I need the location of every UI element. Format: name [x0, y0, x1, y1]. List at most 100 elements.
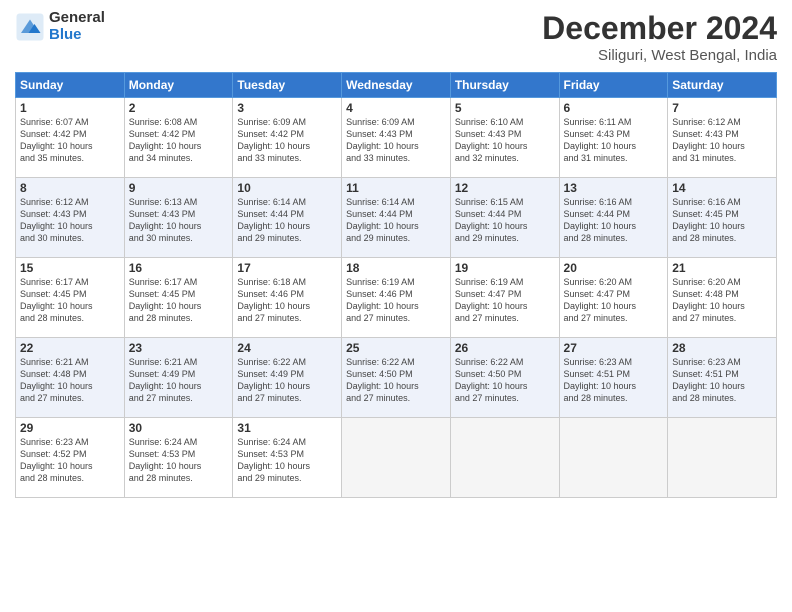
- table-row: 20 Sunrise: 6:20 AMSunset: 4:47 PMDaylig…: [559, 258, 668, 338]
- day-info: Sunrise: 6:16 AMSunset: 4:44 PMDaylight:…: [564, 197, 637, 243]
- day-number: 20: [564, 261, 664, 275]
- day-number: 8: [20, 181, 120, 195]
- calendar-header-row: Sunday Monday Tuesday Wednesday Thursday…: [16, 73, 777, 98]
- day-number: 4: [346, 101, 446, 115]
- location-subtitle: Siliguri, West Bengal, India: [542, 47, 777, 64]
- day-number: 17: [237, 261, 337, 275]
- table-row: 13 Sunrise: 6:16 AMSunset: 4:44 PMDaylig…: [559, 178, 668, 258]
- day-number: 22: [20, 341, 120, 355]
- day-info: Sunrise: 6:23 AMSunset: 4:51 PMDaylight:…: [672, 357, 745, 403]
- day-info: Sunrise: 6:08 AMSunset: 4:42 PMDaylight:…: [129, 117, 202, 163]
- col-friday: Friday: [559, 73, 668, 98]
- day-number: 18: [346, 261, 446, 275]
- day-info: Sunrise: 6:10 AMSunset: 4:43 PMDaylight:…: [455, 117, 528, 163]
- table-row: 25 Sunrise: 6:22 AMSunset: 4:50 PMDaylig…: [342, 338, 451, 418]
- page-header: General Blue December 2024 Siliguri, Wes…: [15, 10, 777, 64]
- table-row: [342, 418, 451, 498]
- day-info: Sunrise: 6:23 AMSunset: 4:52 PMDaylight:…: [20, 437, 93, 483]
- table-row: 17 Sunrise: 6:18 AMSunset: 4:46 PMDaylig…: [233, 258, 342, 338]
- table-row: 29 Sunrise: 6:23 AMSunset: 4:52 PMDaylig…: [16, 418, 125, 498]
- day-info: Sunrise: 6:20 AMSunset: 4:47 PMDaylight:…: [564, 277, 637, 323]
- day-number: 26: [455, 341, 555, 355]
- day-number: 3: [237, 101, 337, 115]
- calendar-row: 8 Sunrise: 6:12 AMSunset: 4:43 PMDayligh…: [16, 178, 777, 258]
- day-number: 28: [672, 341, 772, 355]
- day-info: Sunrise: 6:24 AMSunset: 4:53 PMDaylight:…: [237, 437, 310, 483]
- col-sunday: Sunday: [16, 73, 125, 98]
- table-row: 16 Sunrise: 6:17 AMSunset: 4:45 PMDaylig…: [124, 258, 233, 338]
- calendar-row: 15 Sunrise: 6:17 AMSunset: 4:45 PMDaylig…: [16, 258, 777, 338]
- day-number: 30: [129, 421, 229, 435]
- day-number: 25: [346, 341, 446, 355]
- table-row: 2 Sunrise: 6:08 AMSunset: 4:42 PMDayligh…: [124, 98, 233, 178]
- table-row: 9 Sunrise: 6:13 AMSunset: 4:43 PMDayligh…: [124, 178, 233, 258]
- table-row: 10 Sunrise: 6:14 AMSunset: 4:44 PMDaylig…: [233, 178, 342, 258]
- day-info: Sunrise: 6:12 AMSunset: 4:43 PMDaylight:…: [672, 117, 745, 163]
- table-row: 22 Sunrise: 6:21 AMSunset: 4:48 PMDaylig…: [16, 338, 125, 418]
- day-info: Sunrise: 6:09 AMSunset: 4:43 PMDaylight:…: [346, 117, 419, 163]
- day-number: 24: [237, 341, 337, 355]
- day-number: 23: [129, 341, 229, 355]
- table-row: 11 Sunrise: 6:14 AMSunset: 4:44 PMDaylig…: [342, 178, 451, 258]
- calendar-table: Sunday Monday Tuesday Wednesday Thursday…: [15, 72, 777, 498]
- day-info: Sunrise: 6:14 AMSunset: 4:44 PMDaylight:…: [346, 197, 419, 243]
- day-info: Sunrise: 6:09 AMSunset: 4:42 PMDaylight:…: [237, 117, 310, 163]
- day-number: 2: [129, 101, 229, 115]
- day-info: Sunrise: 6:13 AMSunset: 4:43 PMDaylight:…: [129, 197, 202, 243]
- col-monday: Monday: [124, 73, 233, 98]
- table-row: 21 Sunrise: 6:20 AMSunset: 4:48 PMDaylig…: [668, 258, 777, 338]
- day-info: Sunrise: 6:14 AMSunset: 4:44 PMDaylight:…: [237, 197, 310, 243]
- day-info: Sunrise: 6:22 AMSunset: 4:50 PMDaylight:…: [346, 357, 419, 403]
- day-number: 13: [564, 181, 664, 195]
- table-row: 4 Sunrise: 6:09 AMSunset: 4:43 PMDayligh…: [342, 98, 451, 178]
- title-block: December 2024 Siliguri, West Bengal, Ind…: [542, 10, 777, 64]
- day-number: 7: [672, 101, 772, 115]
- table-row: 19 Sunrise: 6:19 AMSunset: 4:47 PMDaylig…: [450, 258, 559, 338]
- table-row: 15 Sunrise: 6:17 AMSunset: 4:45 PMDaylig…: [16, 258, 125, 338]
- day-info: Sunrise: 6:23 AMSunset: 4:51 PMDaylight:…: [564, 357, 637, 403]
- table-row: 18 Sunrise: 6:19 AMSunset: 4:46 PMDaylig…: [342, 258, 451, 338]
- table-row: 14 Sunrise: 6:16 AMSunset: 4:45 PMDaylig…: [668, 178, 777, 258]
- logo-general: General: [49, 10, 105, 27]
- day-number: 16: [129, 261, 229, 275]
- day-number: 27: [564, 341, 664, 355]
- day-number: 10: [237, 181, 337, 195]
- day-info: Sunrise: 6:20 AMSunset: 4:48 PMDaylight:…: [672, 277, 745, 323]
- table-row: 5 Sunrise: 6:10 AMSunset: 4:43 PMDayligh…: [450, 98, 559, 178]
- calendar-row: 29 Sunrise: 6:23 AMSunset: 4:52 PMDaylig…: [16, 418, 777, 498]
- day-info: Sunrise: 6:21 AMSunset: 4:49 PMDaylight:…: [129, 357, 202, 403]
- day-info: Sunrise: 6:24 AMSunset: 4:53 PMDaylight:…: [129, 437, 202, 483]
- col-wednesday: Wednesday: [342, 73, 451, 98]
- table-row: 23 Sunrise: 6:21 AMSunset: 4:49 PMDaylig…: [124, 338, 233, 418]
- day-number: 9: [129, 181, 229, 195]
- day-number: 29: [20, 421, 120, 435]
- day-info: Sunrise: 6:15 AMSunset: 4:44 PMDaylight:…: [455, 197, 528, 243]
- logo: General Blue: [15, 10, 105, 43]
- month-title: December 2024: [542, 10, 777, 47]
- col-thursday: Thursday: [450, 73, 559, 98]
- day-number: 12: [455, 181, 555, 195]
- table-row: 6 Sunrise: 6:11 AMSunset: 4:43 PMDayligh…: [559, 98, 668, 178]
- col-tuesday: Tuesday: [233, 73, 342, 98]
- table-row: 3 Sunrise: 6:09 AMSunset: 4:42 PMDayligh…: [233, 98, 342, 178]
- calendar-row: 22 Sunrise: 6:21 AMSunset: 4:48 PMDaylig…: [16, 338, 777, 418]
- table-row: 1 Sunrise: 6:07 AMSunset: 4:42 PMDayligh…: [16, 98, 125, 178]
- table-row: 30 Sunrise: 6:24 AMSunset: 4:53 PMDaylig…: [124, 418, 233, 498]
- table-row: 28 Sunrise: 6:23 AMSunset: 4:51 PMDaylig…: [668, 338, 777, 418]
- day-number: 11: [346, 181, 446, 195]
- day-info: Sunrise: 6:12 AMSunset: 4:43 PMDaylight:…: [20, 197, 93, 243]
- day-number: 15: [20, 261, 120, 275]
- day-number: 31: [237, 421, 337, 435]
- day-info: Sunrise: 6:19 AMSunset: 4:46 PMDaylight:…: [346, 277, 419, 323]
- day-info: Sunrise: 6:17 AMSunset: 4:45 PMDaylight:…: [129, 277, 202, 323]
- logo-text: General Blue: [49, 10, 105, 43]
- table-row: 27 Sunrise: 6:23 AMSunset: 4:51 PMDaylig…: [559, 338, 668, 418]
- day-info: Sunrise: 6:16 AMSunset: 4:45 PMDaylight:…: [672, 197, 745, 243]
- table-row: [450, 418, 559, 498]
- logo-blue: Blue: [49, 27, 105, 44]
- table-row: 12 Sunrise: 6:15 AMSunset: 4:44 PMDaylig…: [450, 178, 559, 258]
- table-row: [668, 418, 777, 498]
- day-info: Sunrise: 6:21 AMSunset: 4:48 PMDaylight:…: [20, 357, 93, 403]
- table-row: 8 Sunrise: 6:12 AMSunset: 4:43 PMDayligh…: [16, 178, 125, 258]
- day-number: 5: [455, 101, 555, 115]
